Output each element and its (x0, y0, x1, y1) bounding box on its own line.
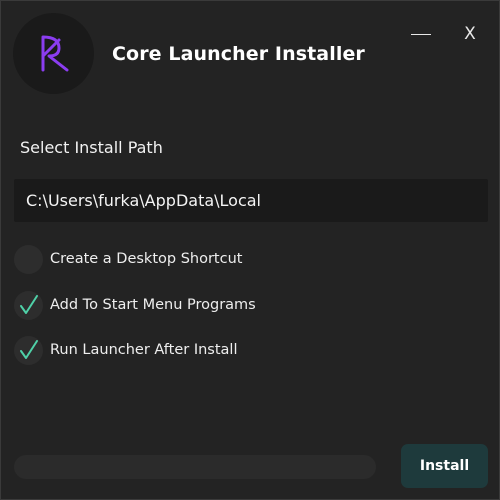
checkbox-desktop-shortcut[interactable] (14, 244, 43, 274)
option-label: Run Launcher After Install (50, 342, 238, 358)
checkmark-icon (20, 294, 38, 314)
window-title: Core Launcher Installer (112, 43, 365, 65)
install-path-field-container (14, 179, 488, 222)
install-path-input[interactable] (14, 179, 488, 222)
option-run-after-install[interactable]: Run Launcher After Install (14, 335, 314, 365)
option-desktop-shortcut[interactable]: Create a Desktop Shortcut (14, 244, 314, 274)
checkbox-run-after-install[interactable] (14, 335, 43, 365)
checkbox-start-menu[interactable] (14, 290, 43, 320)
app-logo (13, 13, 94, 94)
installer-window: Core Launcher Installer X Select Install… (0, 0, 500, 500)
install-button[interactable]: Install (401, 444, 488, 488)
minimize-icon (411, 34, 431, 35)
option-start-menu[interactable]: Add To Start Menu Programs (14, 290, 314, 320)
close-button[interactable]: X (455, 21, 485, 47)
minimize-button[interactable] (406, 21, 436, 47)
install-path-label: Select Install Path (20, 138, 163, 157)
option-label: Add To Start Menu Programs (50, 297, 256, 313)
checkmark-icon (20, 339, 38, 359)
core-launcher-logo-icon (41, 35, 68, 71)
option-label: Create a Desktop Shortcut (50, 251, 243, 267)
install-progress-bar (14, 455, 376, 479)
